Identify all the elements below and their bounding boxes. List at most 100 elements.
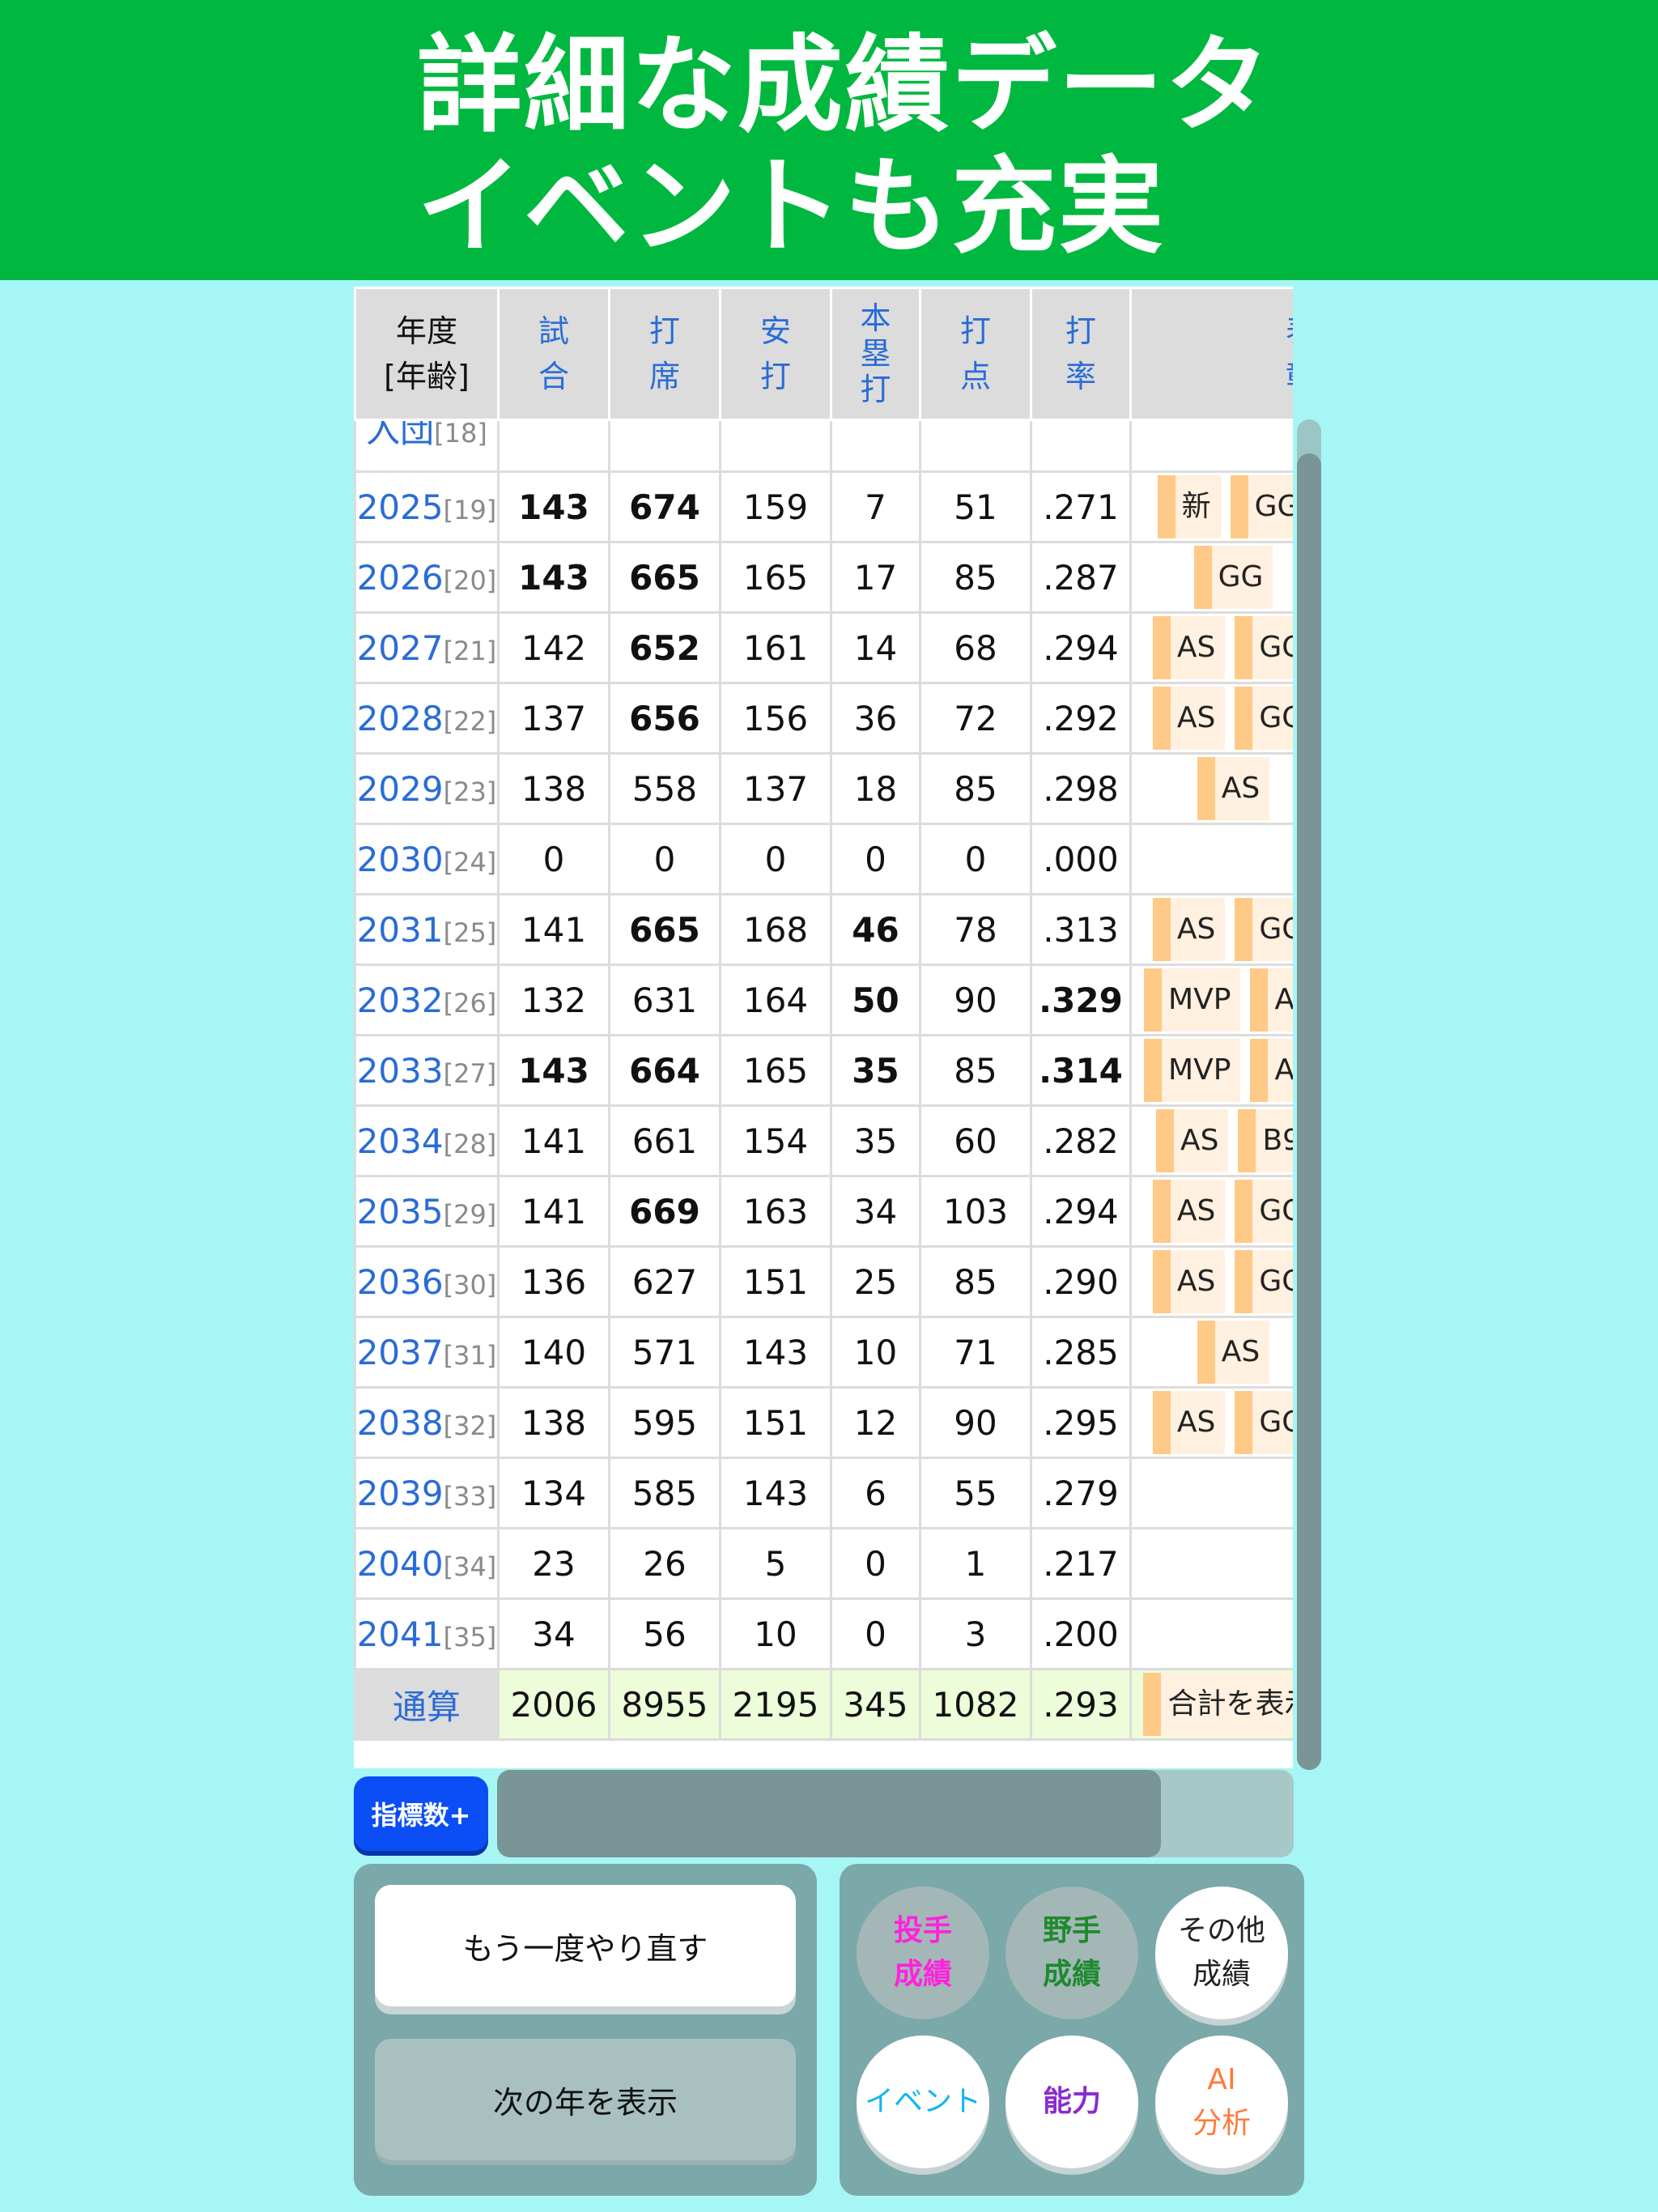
titles-cell: GG xyxy=(1129,541,1293,614)
year-link[interactable]: 2038 xyxy=(358,1403,444,1443)
batting-average-cell: .294 xyxy=(1030,1175,1132,1248)
header-home-runs[interactable]: 本 塁 打 xyxy=(830,287,921,421)
restart-button[interactable]: もう一度やり直す xyxy=(375,1885,796,2006)
stats-table-container[interactable]: 年度 [年齢] 試 合 打 席 安 打 本 塁 打 打 点 打 率 入団[18]… xyxy=(354,287,1293,1768)
title-badge[interactable]: B9 xyxy=(1238,1109,1293,1172)
year-cell[interactable]: 入団[18] xyxy=(354,419,500,473)
title-badge[interactable]: GG xyxy=(1235,898,1293,961)
title-badge[interactable]: AS xyxy=(1152,687,1226,750)
year-link[interactable]: 2041 xyxy=(358,1614,444,1654)
year-cell[interactable]: 2036[30] xyxy=(354,1245,500,1318)
next-year-button[interactable]: 次の年を表示 xyxy=(375,2039,796,2160)
year-link[interactable]: 2030 xyxy=(358,840,444,879)
table-row-entry: 入団[18] xyxy=(354,419,1293,473)
year-link[interactable]: 2031 xyxy=(358,910,444,950)
year-cell[interactable]: 2030[24] xyxy=(354,823,500,895)
year-cell[interactable]: 2041[35] xyxy=(354,1597,500,1670)
year-cell[interactable]: 2025[19] xyxy=(354,470,500,543)
year-cell[interactable]: 2033[27] xyxy=(354,1034,500,1107)
fielder-stats-button[interactable]: 野手 成績 xyxy=(1005,1887,1138,2019)
year-link[interactable]: 2032 xyxy=(358,981,444,1020)
header-hits[interactable]: 安 打 xyxy=(719,287,832,421)
header-games[interactable]: 試 合 xyxy=(497,287,610,421)
year-link[interactable]: 2037 xyxy=(358,1333,444,1372)
year-cell[interactable]: 2035[29] xyxy=(354,1175,500,1248)
year-cell[interactable]: 2037[31] xyxy=(354,1316,500,1389)
title-badge[interactable]: MVP xyxy=(1144,1039,1241,1102)
title-badge[interactable]: GG xyxy=(1230,475,1293,538)
title-badge[interactable]: GG xyxy=(1235,1180,1293,1243)
plate-appearances-cell: 665 xyxy=(608,893,721,966)
title-badge[interactable]: AS xyxy=(1152,1180,1226,1243)
home-runs-cell: 6 xyxy=(830,1457,921,1529)
title-badge[interactable]: GG xyxy=(1235,1250,1293,1313)
show-totals-button[interactable]: 合計を表示 xyxy=(1143,1673,1293,1736)
year-link[interactable]: 2040 xyxy=(358,1544,444,1584)
title-badge[interactable]: GG xyxy=(1235,687,1293,750)
year-cell[interactable]: 2031[25] xyxy=(354,893,500,966)
year-link[interactable]: 2026 xyxy=(358,558,444,598)
titles-cell: ASGG xyxy=(1129,1245,1293,1318)
age-label: [29] xyxy=(443,1198,497,1230)
title-badge[interactable]: AS xyxy=(1152,1391,1226,1454)
header-year[interactable]: 年度 [年齢] xyxy=(354,287,500,421)
year-link[interactable]: 2034 xyxy=(358,1121,444,1161)
title-badge[interactable]: AS xyxy=(1197,1321,1270,1384)
header-rbi[interactable]: 打 点 xyxy=(919,287,1032,421)
vertical-scrollbar-thumb[interactable] xyxy=(1297,453,1321,1770)
titles-cell: ASGG xyxy=(1129,682,1293,755)
title-badge[interactable]: GG xyxy=(1193,546,1273,609)
year-cell[interactable]: 2026[20] xyxy=(354,541,500,614)
event-button[interactable]: イベント xyxy=(857,2035,989,2168)
year-cell[interactable]: 2038[32] xyxy=(354,1386,500,1459)
title-badge[interactable]: AS xyxy=(1152,616,1226,679)
title-badge[interactable]: AS xyxy=(1197,757,1270,820)
year-cell[interactable]: 2034[28] xyxy=(354,1104,500,1177)
show-totals-cell[interactable]: 合計を表示 xyxy=(1129,1668,1293,1741)
age-label: [33] xyxy=(443,1480,497,1512)
year-cell[interactable]: 2039[33] xyxy=(354,1457,500,1529)
title-badge[interactable]: 新 xyxy=(1157,475,1221,538)
year-link[interactable]: 2036 xyxy=(358,1262,444,1302)
year-link[interactable]: 2025 xyxy=(358,487,444,527)
year-cell[interactable]: 2029[23] xyxy=(354,752,500,825)
year-cell[interactable]: 2027[21] xyxy=(354,611,500,684)
rbi-cell: 85 xyxy=(919,541,1032,614)
year-link[interactable]: 2035 xyxy=(358,1192,444,1231)
table-row: 2041[35] 34 56 10 0 3.200 xyxy=(354,1597,1293,1670)
header-batting-average[interactable]: 打 率 xyxy=(1030,287,1132,421)
title-badge[interactable]: GG xyxy=(1235,616,1293,679)
title-badge[interactable]: AS xyxy=(1250,1039,1293,1102)
header-titles[interactable]: 表 彰 xyxy=(1129,287,1293,421)
title-badge[interactable]: AS xyxy=(1250,968,1293,1032)
other-stats-button[interactable]: その他 成績 xyxy=(1155,1887,1288,2019)
titles-cell: ASGG xyxy=(1129,1386,1293,1459)
title-badge[interactable]: AS xyxy=(1155,1109,1229,1172)
titles-cell: AS xyxy=(1129,1316,1293,1389)
age-label: [21] xyxy=(443,635,497,666)
year-link[interactable]: 2028 xyxy=(358,699,444,738)
year-cell[interactable]: 2032[26] xyxy=(354,963,500,1036)
title-badge[interactable]: GG xyxy=(1235,1391,1293,1454)
table-row: 2029[23] 138 558 137 18 85.298 AS xyxy=(354,752,1293,825)
batting-average-cell: .298 xyxy=(1030,752,1132,825)
year-link[interactable]: 2039 xyxy=(358,1474,444,1513)
year-cell[interactable]: 2040[34] xyxy=(354,1527,500,1600)
home-runs-cell: 50 xyxy=(830,963,921,1036)
title-badge[interactable]: AS xyxy=(1152,898,1226,961)
ai-analysis-button[interactable]: AI 分析 xyxy=(1155,2035,1288,2168)
year-link[interactable]: 2027 xyxy=(358,628,444,668)
title-badge[interactable]: MVP xyxy=(1144,968,1241,1032)
ability-button[interactable]: 能力 xyxy=(1005,2035,1138,2168)
year-cell[interactable]: 2028[22] xyxy=(354,682,500,755)
rbi-cell: 85 xyxy=(919,1245,1032,1318)
pitcher-stats-button[interactable]: 投手 成績 xyxy=(857,1887,989,2019)
titles-cell: ASGG xyxy=(1129,611,1293,684)
horizontal-scrollbar-thumb[interactable] xyxy=(497,1770,1161,1857)
header-plate-appearances[interactable]: 打 席 xyxy=(608,287,721,421)
batting-average-cell: .294 xyxy=(1030,611,1132,684)
year-link[interactable]: 2029 xyxy=(358,769,444,809)
title-badge[interactable]: AS xyxy=(1152,1250,1226,1313)
add-metric-button[interactable]: 指標数+ xyxy=(354,1776,488,1851)
year-link[interactable]: 2033 xyxy=(358,1051,444,1091)
